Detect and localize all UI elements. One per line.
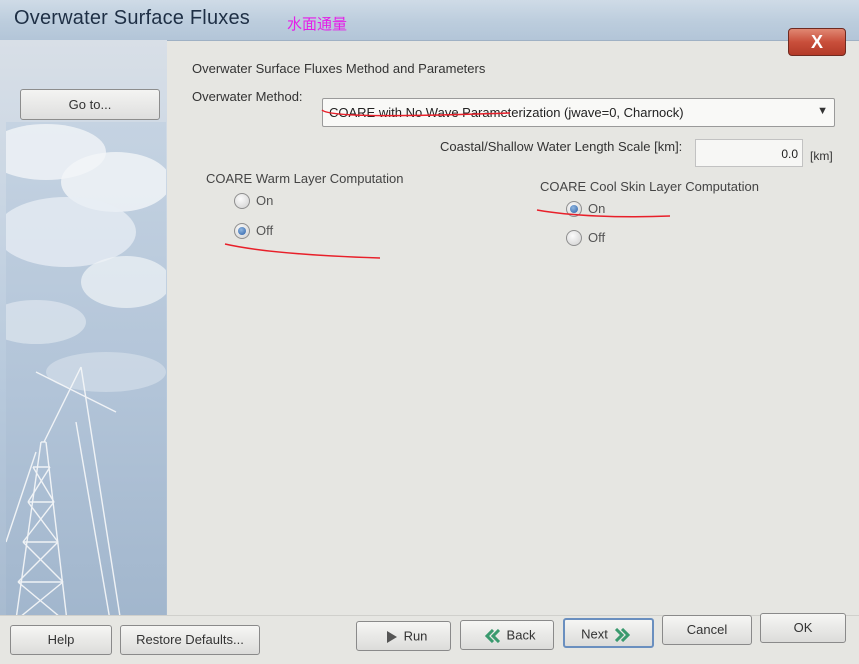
play-icon [386,630,397,643]
red-underline-marks [224,109,671,259]
back-button[interactable]: Back [460,620,554,650]
cancel-button[interactable]: Cancel [662,615,752,645]
restore-defaults-button[interactable]: Restore Defaults... [120,625,260,655]
ok-button[interactable]: OK [760,613,846,643]
run-label: Run [403,628,428,644]
dialog-window: Overwater Surface Fluxes 水面通量 X Go to... [0,0,859,664]
run-button[interactable]: Run [356,621,451,651]
next-button[interactable]: Next [563,618,654,648]
next-label: Next [581,626,608,642]
back-label: Back [506,627,536,643]
double-chevron-right-icon [614,627,630,642]
help-button[interactable]: Help [10,625,112,655]
double-chevron-left-icon [484,628,500,643]
